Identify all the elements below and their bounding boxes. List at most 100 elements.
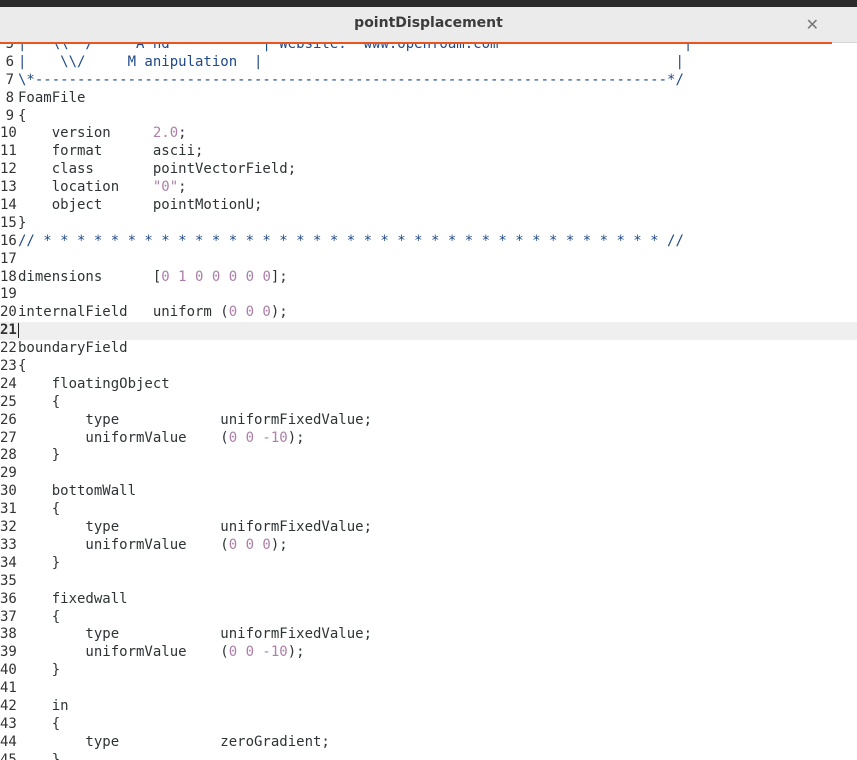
literal-token: 0 0 -10 (228, 644, 288, 661)
line-text: version 2.0; (18, 125, 187, 143)
code-token: ]; (270, 268, 288, 285)
code-token: } (18, 662, 61, 679)
code-line[interactable]: 6 | \\/ M anipulation | | (0, 54, 857, 72)
code-line[interactable]: 31 { (0, 501, 857, 519)
line-text: location "0"; (18, 179, 187, 197)
code-line[interactable]: 10 version 2.0; (0, 125, 857, 143)
code-line[interactable]: 38 type uniformFixedValue; (0, 626, 857, 644)
line-number: 21 (0, 322, 17, 339)
line-number: 5 (5, 44, 14, 52)
code-line[interactable]: 40 } (0, 662, 857, 680)
code-line[interactable]: 5 | \\ / A nd | Website: www.openfoam.com… (0, 44, 857, 54)
line-text: type uniformFixedValue; (18, 412, 372, 430)
line-number: 31 (0, 501, 17, 518)
code-line[interactable]: 30 bottomWall (0, 483, 857, 501)
code-token: } (18, 751, 61, 760)
line-text: { (18, 716, 60, 734)
code-line[interactable]: 15} (0, 215, 857, 233)
code-token: { (18, 393, 61, 410)
line-number: 15 (0, 214, 17, 231)
code-line[interactable]: 22 boundaryField (0, 340, 857, 358)
line-number: 44 (0, 733, 17, 750)
code-line[interactable]: 14 object pointMotionU; (0, 197, 857, 215)
line-text: { (18, 394, 60, 412)
line-text: { (18, 609, 60, 627)
code-token: FoamFile (18, 89, 86, 106)
code-token: floatingObject (18, 375, 170, 392)
code-line[interactable]: 36 fixedwall (0, 591, 857, 609)
comment-token: | \\/ M anipulation | | (18, 53, 684, 70)
line-number: 36 (0, 590, 17, 607)
code-token: { (18, 715, 61, 732)
code-line[interactable]: 16// * * * * * * * * * * * * * * * * * *… (0, 233, 857, 251)
comment-token: // * * * * * * * * * * * * * * * * * * *… (18, 232, 684, 249)
literal-token: "0" (152, 179, 179, 196)
code-line[interactable]: 27 uniformValue (0 0 -10); (0, 430, 857, 448)
literal-token: 2.0 (152, 125, 179, 142)
code-line[interactable]: 33 uniformValue (0 0 0); (0, 537, 857, 555)
code-line[interactable]: 37 { (0, 609, 857, 627)
code-token: internalField uniform ( (18, 304, 229, 321)
line-text: \*--------------------------------------… (18, 72, 684, 90)
code-token: { (18, 501, 61, 518)
line-text: } (18, 752, 60, 760)
code-line[interactable]: 39 uniformValue (0 0 -10); (0, 644, 857, 662)
code-line[interactable]: 24 floatingObject (0, 376, 857, 394)
code-line[interactable]: 19 (0, 286, 857, 304)
code-line[interactable]: 18 dimensions [0 1 0 0 0 0 0]; (0, 269, 857, 287)
code-line[interactable]: 42 in (0, 698, 857, 716)
code-token: dimensions [ (18, 268, 162, 285)
window-title: pointDisplacement (354, 15, 503, 31)
line-text: | \\/ M anipulation | | (18, 54, 684, 72)
code-line[interactable]: 32 type uniformFixedValue; (0, 519, 857, 537)
line-text: uniformValue (0 0 -10); (18, 429, 304, 448)
code-line[interactable]: 17 (0, 251, 857, 269)
code-line[interactable]: 20 internalField uniform (0 0 0); (0, 304, 857, 322)
code-line[interactable]: 21 (0, 322, 857, 341)
code-line[interactable]: 45 } (0, 752, 857, 760)
code-token: } (18, 447, 61, 464)
close-icon[interactable]: ✕ (806, 15, 819, 34)
code-token: location (18, 179, 153, 196)
code-line[interactable]: 26 type uniformFixedValue; (0, 412, 857, 430)
code-line[interactable]: 23{ (0, 358, 857, 376)
code-line[interactable]: 25 { (0, 394, 857, 412)
window-titlebar: pointDisplacement ✕ (0, 7, 857, 43)
line-number: 40 (0, 662, 17, 679)
code-line[interactable]: 7 \*-------------------------------------… (0, 72, 857, 90)
code-token: type uniformFixedValue; (18, 626, 373, 643)
line-number: 45 (0, 751, 17, 760)
line-text: type zeroGradient; (18, 734, 329, 752)
code-line[interactable]: 34 } (0, 555, 857, 573)
code-token: type uniformFixedValue; (18, 411, 373, 428)
code-line[interactable]: 35 (0, 573, 857, 591)
line-text: bottomWall (18, 483, 136, 501)
line-text: { (18, 501, 60, 519)
code-line[interactable]: 44 type zeroGradient; (0, 734, 857, 752)
code-line[interactable]: 43 { (0, 716, 857, 734)
literal-token: 0 0 -10 (228, 429, 288, 446)
code-token: uniformValue ( (18, 644, 229, 661)
code-line[interactable]: 9{ (0, 108, 857, 126)
line-number: 26 (0, 411, 17, 428)
line-number: 6 (5, 53, 14, 70)
code-line[interactable]: 41 (0, 680, 857, 698)
text-editor-area[interactable]: 5 | \\ / A nd | Website: www.openfoam.com… (0, 44, 857, 760)
code-line[interactable]: 12 class pointVectorField; (0, 161, 857, 179)
line-number: 41 (0, 680, 17, 697)
code-line[interactable]: 29 (0, 465, 857, 483)
line-text: in (18, 698, 69, 716)
comment-token: | \\ / A nd | Website: www.openfoam.com … (18, 44, 693, 52)
line-number: 28 (0, 447, 17, 464)
line-number: 27 (0, 429, 17, 446)
code-line[interactable]: 11 format ascii; (0, 143, 857, 161)
code-line[interactable]: 28 } (0, 447, 857, 465)
code-token: object pointMotionU; (18, 197, 263, 214)
line-number: 20 (0, 304, 17, 321)
line-number: 19 (0, 286, 17, 303)
code-line[interactable]: 8 FoamFile (0, 90, 857, 108)
line-text: // * * * * * * * * * * * * * * * * * * *… (18, 233, 684, 251)
line-text: } (18, 555, 60, 573)
code-line[interactable]: 13 location "0"; (0, 179, 857, 197)
line-number: 7 (5, 71, 14, 88)
